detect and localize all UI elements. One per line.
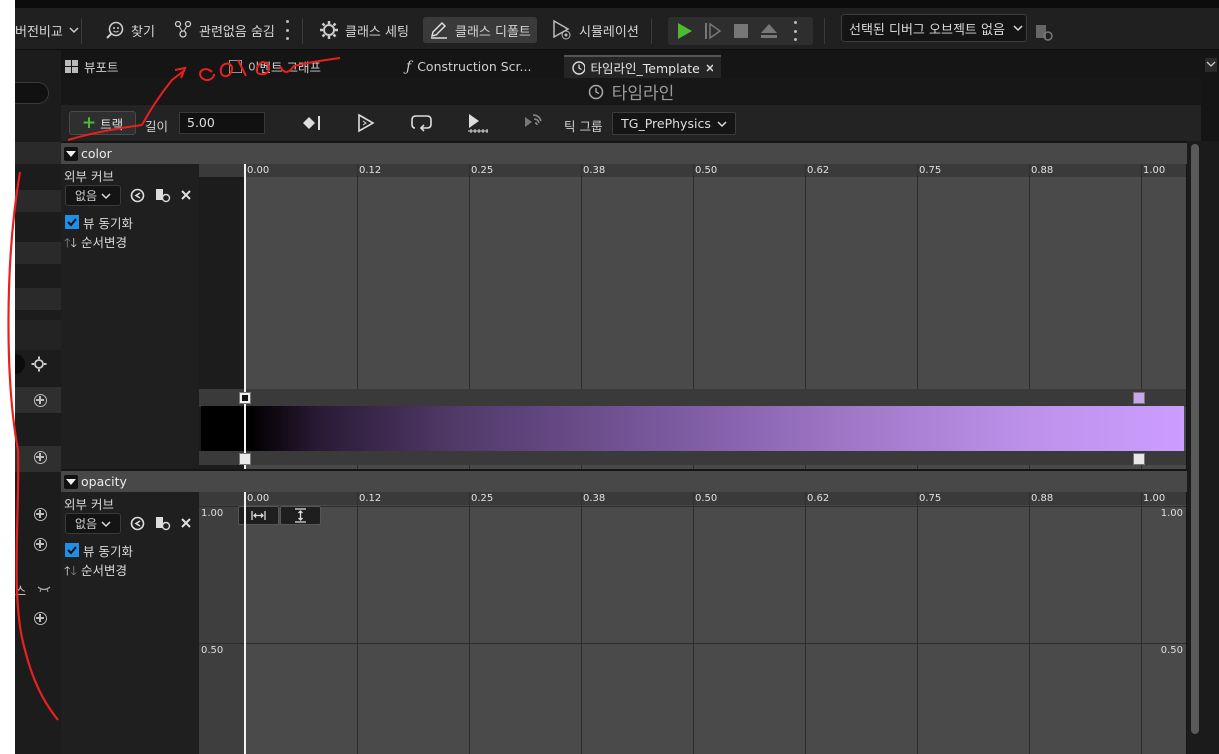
handwritten-annotation (7, 57, 341, 721)
